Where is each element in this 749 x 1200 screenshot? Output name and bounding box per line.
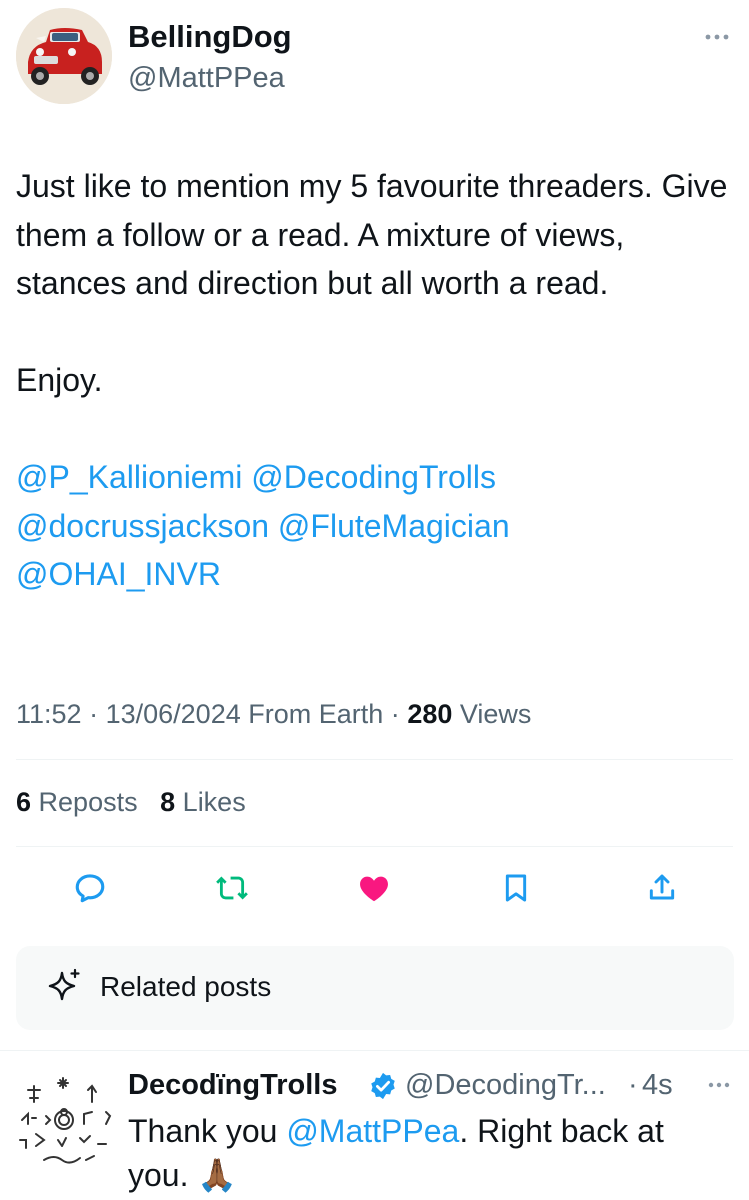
more-options-icon[interactable] (700, 22, 734, 52)
reposts-count: 6 (16, 787, 32, 817)
like-icon (360, 876, 388, 902)
mention-link[interactable]: @FluteMagician (278, 508, 510, 544)
avatar[interactable] (16, 8, 112, 104)
engagement-stats: 6 Reposts 8 Likes (16, 784, 246, 820)
mention-link[interactable]: @P_Kallioniemi (16, 459, 242, 495)
reply-button[interactable] (68, 866, 112, 910)
reposts-stat[interactable]: 6 Reposts (16, 787, 138, 817)
verified-badge-icon (368, 1071, 398, 1101)
mention-link[interactable]: @DecodingTrolls (251, 459, 496, 495)
mention-link[interactable]: @docrussjackson (16, 508, 269, 544)
tweet-mentions: @P_Kallioniemi @DecodingTrolls @docrussj… (16, 453, 732, 599)
reply-display-name[interactable]: DecodïngTrolls (128, 1066, 337, 1104)
likes-label: Likes (182, 787, 246, 817)
reply-avatar[interactable] (14, 1068, 118, 1172)
separator: · (390, 699, 400, 729)
share-button[interactable] (640, 866, 684, 910)
reply-text-part: Thank you (128, 1113, 287, 1149)
views-count: 280 (407, 699, 453, 729)
more-options-icon[interactable] (704, 1072, 734, 1098)
author-display-name[interactable]: BellingDog (128, 18, 292, 56)
related-posts-label: Related posts (100, 971, 272, 1002)
tweet-paragraph: Enjoy. (16, 362, 103, 398)
tweet-meta: 11:52 · 13/06/2024 From Earth · 280 View… (16, 696, 531, 732)
bookmark-icon (505, 874, 527, 902)
like-button[interactable] (352, 866, 396, 910)
bookmark-button[interactable] (494, 866, 538, 910)
author-handle[interactable]: @MattPPea (128, 60, 285, 96)
red-mini-car-avatar-icon (16, 8, 112, 104)
glyph-pattern-avatar-icon (19, 1077, 112, 1164)
repost-button[interactable] (210, 866, 254, 910)
separator: · (89, 699, 99, 729)
likes-count: 8 (160, 787, 176, 817)
divider (16, 846, 733, 847)
mention-link[interactable]: @OHAI_INVR (16, 556, 221, 592)
sparkle-icon (46, 967, 82, 1005)
reposts-label: Reposts (38, 787, 138, 817)
tweet-time[interactable]: 11:52 (16, 699, 82, 729)
views-label: Views (459, 699, 532, 729)
divider (16, 759, 733, 760)
reply-icon (75, 874, 105, 903)
divider (0, 1050, 749, 1051)
tweet-source: From Earth (248, 699, 384, 729)
mention-link[interactable]: @MattPPea (286, 1113, 459, 1149)
separator: · (628, 1069, 638, 1101)
reply-timestamp[interactable]: 4s (642, 1066, 673, 1104)
tweet-text: Just like to mention my 5 favourite thre… (16, 162, 732, 599)
likes-stat[interactable]: 8 Likes (160, 787, 246, 817)
repost-icon (216, 876, 248, 900)
tweet-paragraph: Just like to mention my 5 favourite thre… (16, 168, 728, 301)
reply-text: Thank you @MattPPea. Right back at you. … (128, 1109, 708, 1197)
share-icon (649, 874, 675, 900)
tweet-date[interactable]: 13/06/2024 (106, 699, 241, 729)
reply-handle[interactable]: @DecodingTr... (405, 1066, 627, 1104)
